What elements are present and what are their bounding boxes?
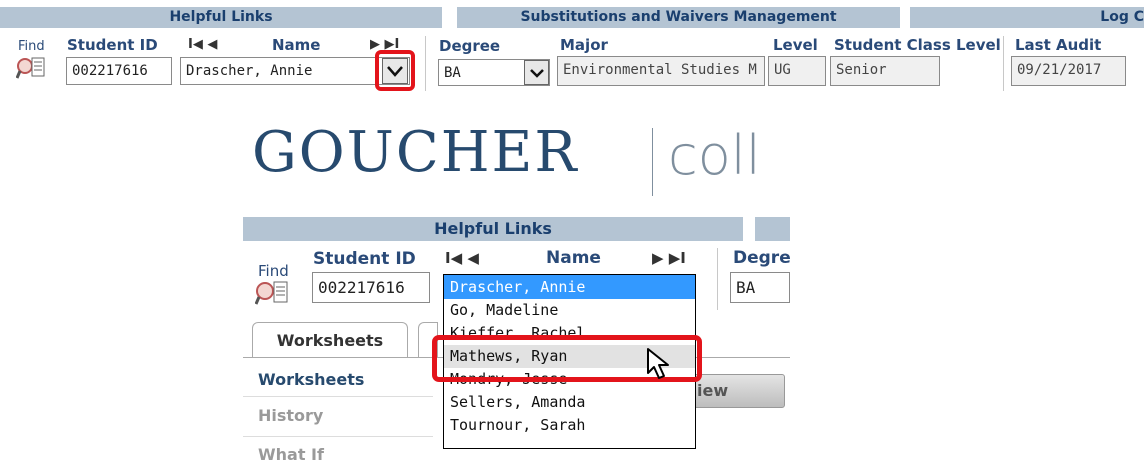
first-prev-nav-icon[interactable]: I◀ ◀ <box>188 37 217 52</box>
tab-worksheets[interactable]: Worksheets <box>252 322 408 358</box>
sidebar-item-worksheets[interactable]: Worksheets <box>258 370 364 389</box>
student-id-label: Student ID <box>67 36 158 54</box>
dropdown-option[interactable]: Go, Madeline <box>444 299 695 322</box>
sidebar-item-history[interactable]: History <box>258 406 323 425</box>
dropdown-option[interactable]: Sellers, Amanda <box>444 391 695 414</box>
level-field: UG <box>768 56 826 86</box>
zoom-next-last-nav-icon[interactable]: ▶ ▶I <box>652 249 686 267</box>
divider <box>1003 36 1004 91</box>
mouse-cursor-icon <box>646 347 674 381</box>
major-field: Environmental Studies M <box>557 56 765 86</box>
band-log: Log C <box>910 7 1144 28</box>
name-select-value: Drascher, Annie <box>186 63 313 79</box>
highlight-dropdown-button <box>375 50 415 91</box>
zoom-band-right <box>755 217 790 241</box>
zoom-student-id-field[interactable]: 002217616 <box>312 272 430 303</box>
zoom-name-label: Name <box>546 248 601 268</box>
zoom-student-id-label: Student ID <box>313 249 416 269</box>
divider <box>243 396 433 397</box>
class-level-field: Senior <box>830 56 940 86</box>
zoom-band-helpful-links: Helpful Links <box>243 217 743 241</box>
zoom-first-prev-nav-icon[interactable]: I◀ ◀ <box>445 249 479 267</box>
chevron-down-icon <box>529 68 544 78</box>
dropdown-option[interactable]: Tournour, Sarah <box>444 414 695 437</box>
zoom-find-label: Find <box>258 262 289 280</box>
last-audit-field: 09/21/2017 <box>1011 56 1126 86</box>
degree-label: Degree <box>439 37 501 55</box>
name-label: Name <box>272 36 321 54</box>
level-label: Level <box>773 36 818 54</box>
sidebar-item-what-if[interactable]: What If <box>258 445 324 464</box>
class-level-label: Student Class Level <box>834 36 1001 54</box>
divider <box>243 436 433 437</box>
band-substitutions-waivers: Substitutions and Waivers Management <box>457 7 900 28</box>
divider <box>717 248 718 310</box>
degree-dropdown-button[interactable] <box>524 60 549 85</box>
last-audit-label: Last Audit <box>1015 36 1102 54</box>
student-id-field[interactable]: 002217616 <box>66 57 172 85</box>
zoom-degree-select[interactable]: BA <box>730 272 790 303</box>
zoom-find-magnifier-icon[interactable] <box>254 280 289 306</box>
logo-divider <box>652 128 653 196</box>
find-label: Find <box>18 39 45 54</box>
find-magnifier-icon[interactable] <box>15 56 46 80</box>
divider <box>425 36 426 91</box>
major-label: Major <box>560 36 608 54</box>
degree-select-value: BA <box>444 65 461 81</box>
college-logo-suffix: coll <box>668 124 761 187</box>
zoom-degree-label: Degre <box>733 248 791 268</box>
dropdown-option-selected[interactable]: Drascher, Annie <box>444 275 695 299</box>
college-logo: GOUCHER <box>252 120 579 185</box>
band-helpful-links: Helpful Links <box>0 7 442 28</box>
